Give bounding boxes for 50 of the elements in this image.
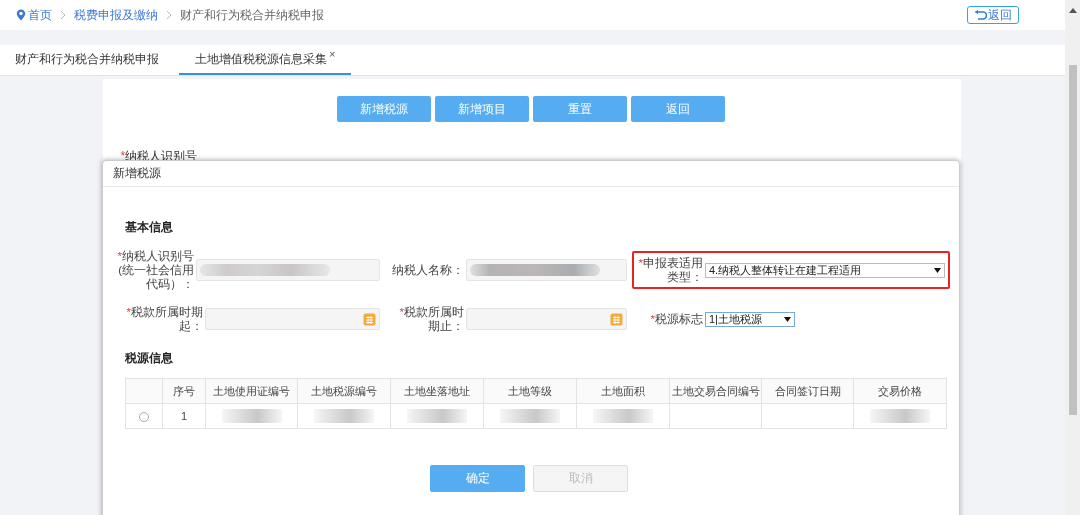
tab-label: 土地增值税税源信息采集 [195,50,327,68]
close-icon[interactable]: × [329,48,336,60]
date-field[interactable] [466,308,627,330]
toolbar-button[interactable]: 新增项目 [434,96,529,122]
scrollbar[interactable] [1065,0,1080,515]
table-cell: 1 [162,403,206,429]
tab-label: 财产和行为税合并纳税申报 [15,50,159,68]
confirm-button[interactable]: 确定 [430,465,525,492]
field-label: *申报表适用类型： [637,256,704,284]
column-header: 土地使用证编号 [205,378,298,404]
radio-button[interactable] [139,412,149,423]
caret-icon [784,316,791,322]
field-label: *税款所属时期止： [398,305,465,333]
field-label: *税源标志 [649,312,704,326]
dropdown[interactable]: 4.纳税人整体转让在建工程适用 [705,262,945,278]
scroll-up-arrow-icon [1068,8,1077,13]
column-header: 土地等级 [483,378,577,404]
column-header: 土地交易合同编号 [669,378,762,404]
toolbar-button[interactable]: 新增税源 [336,96,431,122]
calendar-icon [610,312,623,326]
toolbar-button[interactable]: 返回 [630,96,725,122]
column-header: 合同签订日期 [761,378,854,404]
column-header: 交易价格 [853,378,947,404]
dropdown[interactable]: 1|土地税源 [705,311,795,327]
chevron-icon [165,10,173,20]
tab[interactable]: 财产和行为税合并纳税申报 [0,45,174,75]
column-header: 序号 [162,378,206,404]
input-field[interactable] [196,259,380,281]
field-label: *纳税人识别号(统一社会信用代码）： [116,249,195,291]
location-pin-icon [16,9,26,21]
field-label: 纳税人名称： [391,263,465,277]
column-header: 土地面积 [576,378,670,404]
input-field[interactable] [466,259,627,281]
return-arrow-icon [974,10,987,20]
date-field[interactable] [205,308,380,330]
column-header: 土地税源编号 [297,378,391,404]
back-button[interactable]: 返回 [967,6,1019,24]
breadcrumb-current[interactable]: 财产和行为税合并纳税申报 [180,6,324,24]
dialog-title: 新增税源 [103,161,959,187]
breadcrumb-link[interactable]: 税费申报及缴纳 [74,6,158,24]
section-title: 税源信息 [125,350,174,367]
chevron-icon [59,10,67,20]
caret-icon [934,267,941,273]
section-title: 基本信息 [125,219,174,236]
calendar-icon [363,312,376,326]
field-label: *税款所属时期起： [125,305,204,333]
column-header: 土地坐落地址 [390,378,484,404]
scrollbar-thumb[interactable] [1068,65,1077,415]
home-link[interactable]: 首页 [28,6,52,24]
toolbar-button[interactable]: 重置 [532,96,627,122]
